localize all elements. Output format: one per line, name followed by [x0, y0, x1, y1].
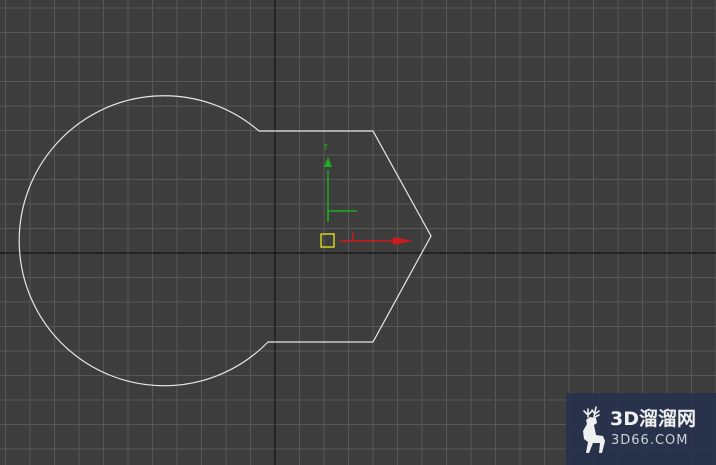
watermark-badge: 3D溜溜网 3D66.COM [566, 393, 716, 465]
viewport[interactable]: ↑ 3D溜溜网 3D66.COM [0, 0, 716, 465]
gizmo-x-arrow-icon[interactable] [393, 237, 413, 245]
watermark-url: 3D66.COM [611, 433, 689, 448]
transform-gizmo[interactable]: ↑ [320, 143, 413, 248]
pivot-point-icon[interactable] [320, 233, 335, 248]
gizmo-y-arrow-icon[interactable] [324, 157, 332, 167]
gizmo-y-label: ↑ [322, 143, 330, 153]
deer-icon [583, 406, 605, 453]
watermark-title: 3D溜溜网 [610, 408, 696, 430]
